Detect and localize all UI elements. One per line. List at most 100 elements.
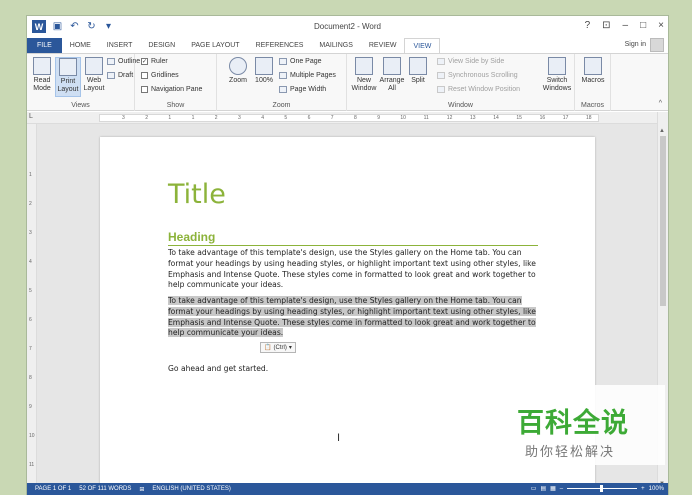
ruler-tick: 11 [423, 115, 429, 121]
read-mode-button[interactable]: Read Mode [29, 57, 55, 93]
split-icon [409, 57, 427, 75]
vruler-tick: 6 [29, 317, 32, 323]
zoom-group: Zoom 100% One Page Multiple Pages Page W… [217, 54, 347, 111]
tab-insert[interactable]: INSERT [99, 38, 141, 53]
zoom-control: ▭ ▤ ▦ – + 100% [531, 485, 664, 492]
clipboard-icon: 📋 [264, 345, 272, 351]
switch-windows-button[interactable]: Switch Windows [541, 57, 573, 93]
paragraph-2-selected[interactable]: To take advantage of this template's des… [168, 296, 538, 339]
window-group: New Window Arrange All Split View Side b… [347, 54, 575, 111]
ruler-tick: 16 [539, 115, 546, 121]
new-window-icon [355, 57, 373, 75]
proofing-icon[interactable]: ⊞ [139, 486, 144, 493]
zoom-in-icon[interactable]: + [641, 486, 645, 492]
web-layout-view-icon[interactable]: ▦ [550, 485, 556, 492]
tab-review[interactable]: REVIEW [361, 38, 405, 53]
view-side-by-side-icon [437, 58, 445, 65]
page-width-icon [279, 86, 287, 93]
print-layout-button[interactable]: Print Layout [55, 57, 81, 97]
horizontal-ruler[interactable]: L 3 2 1 1 2 3 4 5 6 7 8 9 10 11 12 13 14 15 16 17 18 [27, 112, 668, 124]
outline-icon [107, 58, 115, 65]
help-button[interactable]: ? [585, 20, 591, 31]
zoom-button[interactable]: Zoom [225, 57, 251, 85]
paragraph-3[interactable]: Go ahead and get started. [168, 364, 538, 375]
ruler-tick: 12 [446, 115, 453, 121]
synchronous-scrolling-button[interactable]: Synchronous Scrolling [437, 72, 518, 79]
print-layout-icon [59, 58, 77, 76]
tab-view[interactable]: VIEW [404, 38, 441, 53]
arrange-all-button[interactable]: Arrange All [379, 57, 405, 93]
title-bar: W ▣ ↶ ↻ ▾ Document2 - Word ? ⊡ – □ × [27, 16, 668, 38]
view-side-by-side-button[interactable]: View Side by Side [437, 58, 504, 65]
minimize-button[interactable]: – [623, 20, 629, 31]
print-layout-view-icon[interactable]: ▤ [540, 485, 546, 492]
collapse-ribbon-icon[interactable]: ^ [659, 100, 662, 107]
sign-in-link[interactable]: Sign in [625, 41, 646, 48]
ribbon-display-options-button[interactable]: ⊡ [602, 20, 610, 31]
word-count[interactable]: 52 OF 111 WORDS [79, 486, 131, 492]
read-mode-view-icon[interactable]: ▭ [531, 485, 537, 492]
multiple-pages-button[interactable]: Multiple Pages [279, 72, 336, 79]
ruler-tick: 4 [261, 115, 264, 121]
ribbon: Read Mode Print Layout Web Layout Outlin… [27, 53, 668, 111]
language-indicator[interactable]: ENGLISH (UNITED STATES) [152, 486, 230, 492]
watermark-tagline: 助你轻松解决 [525, 445, 616, 460]
vertical-ruler[interactable]: 123456789101112 [27, 124, 37, 495]
check-icon: ✓ [141, 58, 148, 65]
arrange-all-icon [383, 57, 401, 75]
split-button[interactable]: Split [405, 57, 431, 85]
views-group: Read Mode Print Layout Web Layout Outlin… [27, 54, 140, 111]
selected-text[interactable]: To take advantage of this template's des… [168, 296, 536, 338]
paste-options-button[interactable]: 📋 (Ctrl) ▾ [260, 342, 296, 353]
ruler-tick: 18 [586, 115, 592, 121]
zoom-100-button[interactable]: 100% [251, 57, 277, 85]
zoom-out-icon[interactable]: – [560, 486, 563, 492]
draft-button[interactable]: Draft [107, 72, 133, 79]
window-controls: ? ⊡ – □ × [585, 20, 664, 31]
vruler-tick: 7 [29, 346, 32, 352]
scroll-thumb[interactable] [660, 136, 666, 306]
ruler-tick: 8 [354, 115, 357, 121]
macros-group: Macros Macros [575, 54, 611, 111]
tab-mailings[interactable]: MAILINGS [311, 38, 360, 53]
one-page-icon [279, 58, 287, 65]
tab-design[interactable]: DESIGN [140, 38, 183, 53]
gridlines-checkbox[interactable]: Gridlines [141, 72, 179, 79]
scroll-up-icon[interactable]: ▲ [659, 128, 665, 134]
show-group: ✓ Ruler Gridlines Navigation Pane Show [135, 54, 217, 111]
maximize-button[interactable]: □ [640, 20, 646, 31]
zoom-percentage[interactable]: 100% [649, 486, 664, 492]
vruler-tick: 4 [29, 259, 32, 265]
avatar[interactable] [650, 38, 664, 52]
new-window-button[interactable]: New Window [351, 57, 377, 93]
switch-windows-icon [548, 57, 566, 75]
tab-home[interactable]: HOME [62, 38, 99, 53]
document-title[interactable]: Title [168, 179, 226, 210]
tab-file[interactable]: FILE [27, 38, 62, 53]
vruler-tick: 11 [29, 462, 35, 468]
macros-icon [584, 57, 602, 75]
gridlines-box [141, 72, 148, 79]
status-bar: PAGE 1 OF 1 52 OF 111 WORDS ⊞ ENGLISH (U… [27, 483, 668, 495]
navigation-pane-checkbox[interactable]: Navigation Pane [141, 86, 202, 93]
vruler-tick: 8 [29, 375, 32, 381]
web-layout-button[interactable]: Web Layout [81, 57, 107, 93]
paragraph-1[interactable]: To take advantage of this template's des… [168, 248, 538, 291]
zoom-slider-thumb[interactable] [600, 485, 604, 492]
tab-references[interactable]: REFERENCES [248, 38, 312, 53]
reset-window-position-button[interactable]: Reset Window Position [437, 86, 520, 93]
zoom-slider[interactable] [567, 485, 638, 492]
document-heading[interactable]: Heading [168, 230, 538, 246]
ruler-tick: 3 [238, 115, 241, 121]
close-button[interactable]: × [658, 20, 664, 31]
ruler-tick: 17 [562, 115, 569, 121]
page-width-button[interactable]: Page Width [279, 86, 326, 93]
macros-button[interactable]: Macros [579, 57, 607, 85]
tab-page-layout[interactable]: PAGE LAYOUT [183, 38, 247, 53]
tab-selector-icon[interactable]: L [29, 113, 33, 120]
ruler-checkbox[interactable]: ✓ Ruler [141, 58, 168, 65]
one-page-button[interactable]: One Page [279, 58, 322, 65]
read-mode-icon [33, 57, 51, 75]
page-count[interactable]: PAGE 1 OF 1 [35, 486, 71, 492]
ruler-tick: 14 [493, 115, 499, 121]
